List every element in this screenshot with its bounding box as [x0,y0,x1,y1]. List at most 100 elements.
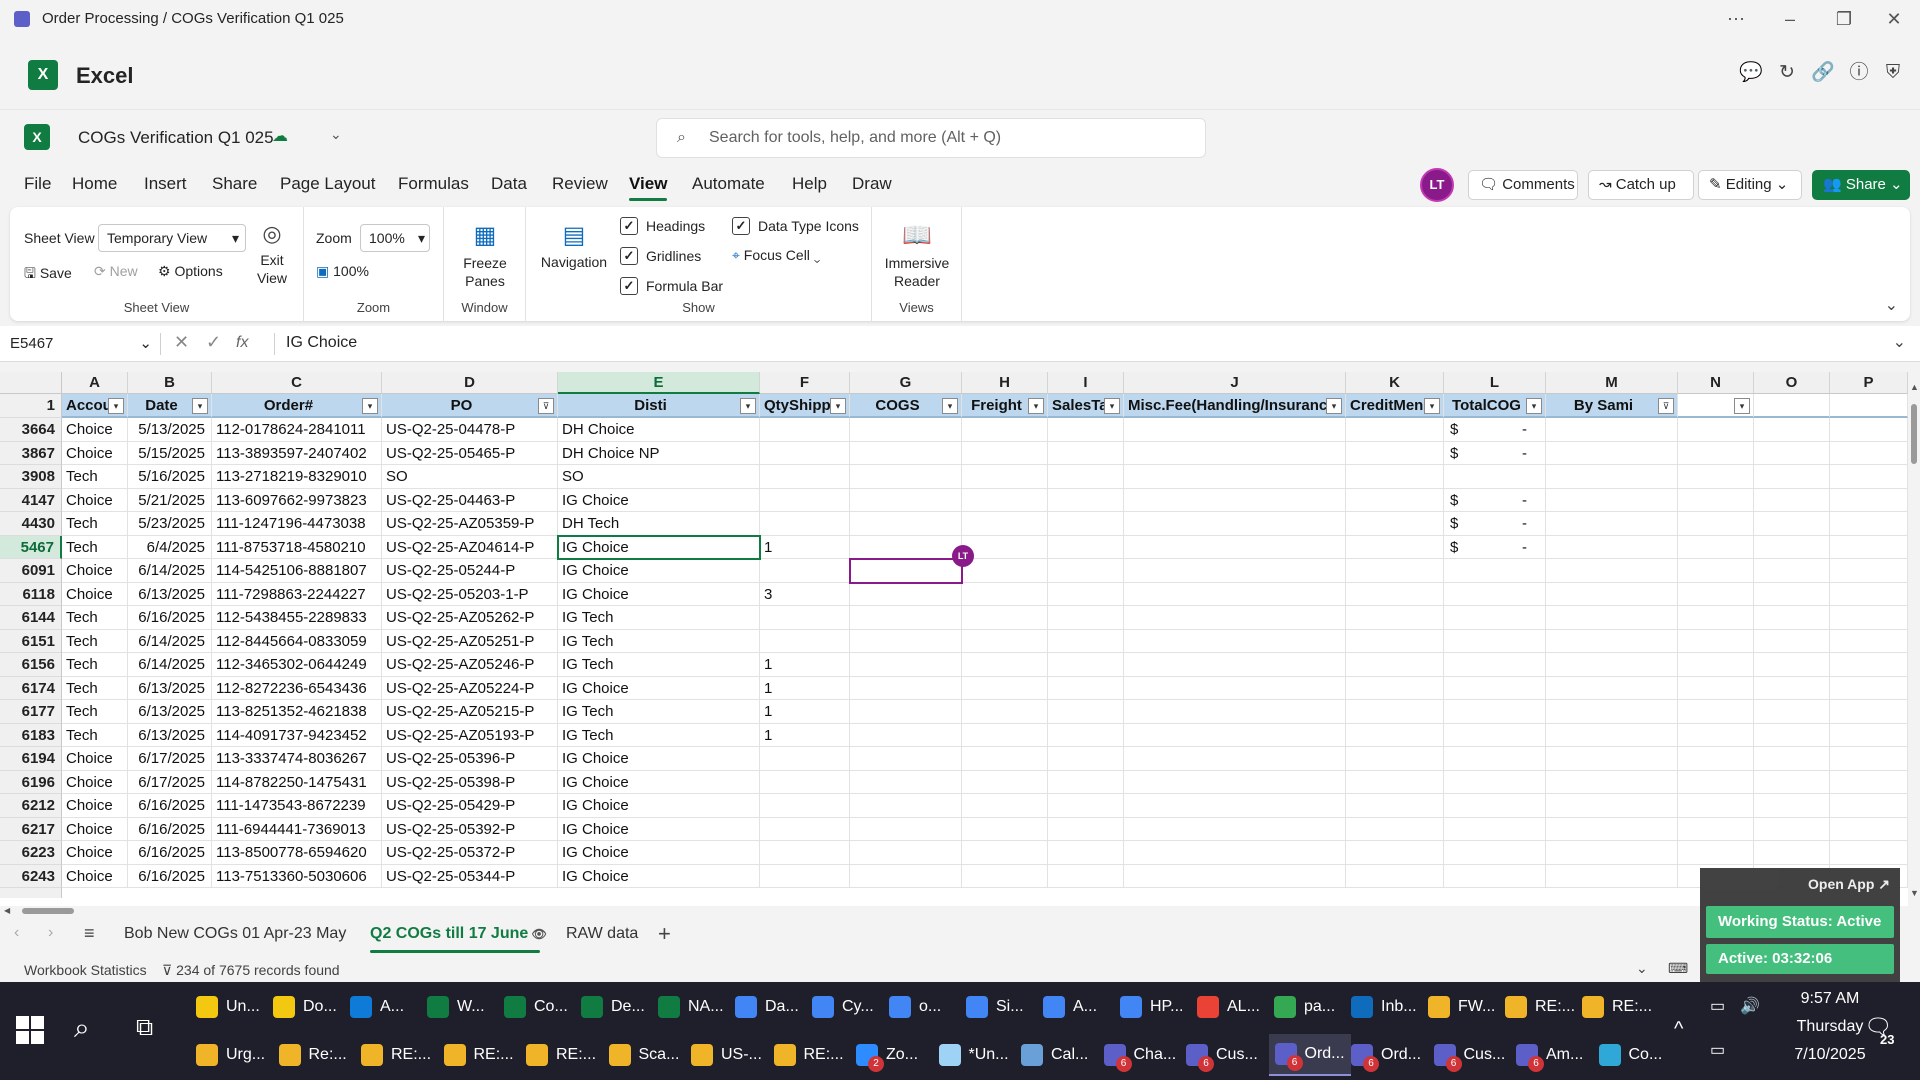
table-cell[interactable]: Choice [62,770,128,794]
sheet-tab-bob-new-cogs[interactable]: Bob New COGs 01 Apr-23 May [124,925,346,943]
top-taskbar-item[interactable]: Co... [504,986,568,1028]
table-cell[interactable] [1546,582,1678,606]
table-cell[interactable] [1444,770,1546,794]
formula-bar-checkbox[interactable]: ✓ [620,277,638,295]
next-sheet-icon[interactable]: › [48,924,53,942]
table-cell[interactable] [962,747,1048,771]
bottom-taskbar-item[interactable]: Re:... [278,1034,347,1076]
row-header[interactable]: 6118 [0,582,62,606]
table-cell[interactable] [1830,794,1908,818]
table-cell[interactable]: Choice [62,418,128,442]
table-cell[interactable]: 113-7513360-5030606 [212,864,382,888]
row-header[interactable]: 5467 [0,535,62,559]
table-cell[interactable] [1546,559,1678,583]
table-cell[interactable]: IG Choice [558,841,760,865]
table-cell[interactable]: $ - [1444,488,1546,512]
tab-home[interactable]: Home [72,174,117,194]
top-taskbar-item[interactable]: A... [350,986,404,1028]
table-cell[interactable]: 113-8251352-4621838 [212,700,382,724]
table-cell[interactable] [1346,747,1444,771]
bottom-taskbar-item[interactable]: RE:... [773,1034,844,1076]
table-cell[interactable]: US-Q2-25-AZ05193-P [382,723,558,747]
table-cell[interactable] [1546,535,1678,559]
table-cell[interactable] [1444,700,1546,724]
table-cell[interactable]: $ - [1444,441,1546,465]
gridlines-checkbox[interactable]: ✓ [620,247,638,265]
table-cell[interactable] [962,723,1048,747]
table-cell[interactable]: US-Q2-25-05398-P [382,770,558,794]
table-cell[interactable] [1830,700,1908,724]
table-cell[interactable] [1754,535,1830,559]
table-cell[interactable] [1754,441,1830,465]
table-cell[interactable]: 113-3893597-2407402 [212,441,382,465]
top-taskbar-item[interactable]: FW... [1428,986,1495,1028]
bottom-taskbar-item[interactable]: Sca... [608,1034,679,1076]
table-cell[interactable] [1678,512,1754,536]
table-cell[interactable]: Choice [62,582,128,606]
bottom-taskbar-item[interactable]: 6 Cha... [1103,1034,1176,1076]
table-cell[interactable] [1678,794,1754,818]
table-cell[interactable]: US-Q2-25-05203-1-P [382,582,558,606]
table-cell[interactable] [850,676,962,700]
search-icon[interactable]: ⌕ [74,1012,90,1045]
table-cell[interactable] [760,559,850,583]
table-cell[interactable] [1754,676,1830,700]
table-cell[interactable]: Tech [62,606,128,630]
row-header[interactable]: 6196 [0,770,62,794]
top-taskbar-item[interactable]: Do... [273,986,337,1028]
open-app-link[interactable]: Open App ↗ [1808,876,1890,893]
table-cell[interactable] [1830,465,1908,489]
table-cell[interactable] [1444,559,1546,583]
row-header[interactable]: 6091 [0,559,62,583]
vertical-scroll-thumb[interactable] [1911,404,1917,464]
vertical-scrollbar[interactable]: ▲ ▼ [1908,372,1920,906]
table-cell[interactable]: 6/16/2025 [128,864,212,888]
table-cell[interactable] [1546,465,1678,489]
row-header[interactable]: 3908 [0,465,62,489]
table-cell[interactable] [850,559,962,583]
table-cell[interactable] [760,465,850,489]
table-cell[interactable] [1048,676,1124,700]
table-cell[interactable] [1546,676,1678,700]
table-cell[interactable]: 6/13/2025 [128,676,212,700]
insert-function-icon[interactable]: fx [236,334,248,352]
table-cell[interactable] [962,606,1048,630]
table-cell[interactable] [1546,770,1678,794]
table-cell[interactable] [850,841,962,865]
table-cell[interactable] [1124,864,1346,888]
header-cell[interactable]: Misc.Fee(Handling/Insuranc [1124,394,1346,418]
top-taskbar-item[interactable]: Un... [196,986,260,1028]
table-cell[interactable]: 112-8272236-6543436 [212,676,382,700]
table-cell[interactable] [1346,700,1444,724]
row-header[interactable]: 4430 [0,512,62,536]
table-cell[interactable] [1546,747,1678,771]
table-cell[interactable] [1124,418,1346,442]
column-header-p[interactable]: P [1830,372,1908,394]
bottom-taskbar-item[interactable]: US-... [691,1034,762,1076]
table-cell[interactable] [1830,418,1908,442]
table-cell[interactable] [1346,488,1444,512]
table-cell[interactable] [1546,512,1678,536]
table-cell[interactable]: Choice [62,441,128,465]
table-cell[interactable] [1346,841,1444,865]
table-cell[interactable]: 6/14/2025 [128,629,212,653]
table-cell[interactable] [1546,841,1678,865]
row-header[interactable]: 3664 [0,418,62,442]
shield-icon[interactable]: ⛨ [1880,60,1906,86]
table-cell[interactable]: IG Choice [558,559,760,583]
freeze-panes-button[interactable]: ▦ Freeze Panes [450,221,520,290]
filter-dropdown-icon[interactable]: ▾ [942,398,958,414]
table-cell[interactable] [1830,770,1908,794]
spreadsheet-grid[interactable]: A B C D E F G H I J K L M N O P 1 Accou ▾ Date ▾ Order# ▾ PO ⊽ Di… [0,372,1908,906]
refresh-icon[interactable]: ↻ [1774,60,1800,86]
task-view-icon[interactable]: ⧉ [136,1014,153,1042]
table-cell[interactable]: Tech [62,700,128,724]
sheet-view-select[interactable]: Temporary View ▾ [98,224,246,252]
tab-help[interactable]: Help [792,174,827,194]
table-cell[interactable] [1124,794,1346,818]
table-cell[interactable] [1444,606,1546,630]
table-cell[interactable]: Tech [62,629,128,653]
table-cell[interactable] [1678,535,1754,559]
table-cell[interactable] [962,629,1048,653]
table-cell[interactable] [1444,653,1546,677]
